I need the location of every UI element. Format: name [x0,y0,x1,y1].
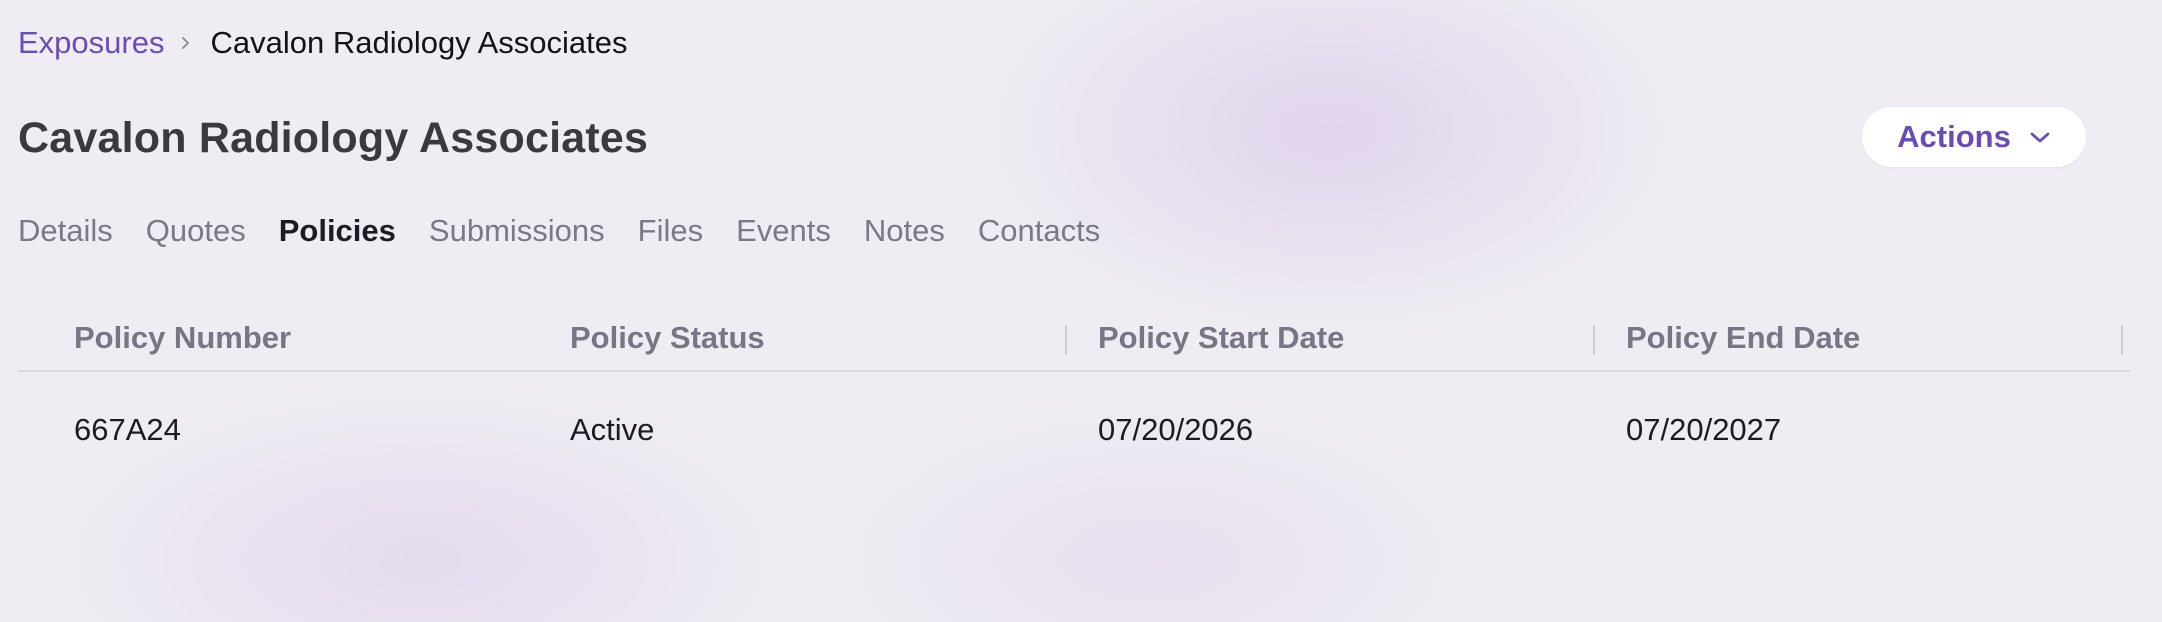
column-header-policy-status[interactable]: Policy Status [570,320,765,356]
tab-details[interactable]: Details [18,213,113,249]
column-resize-handle[interactable] [1593,325,1595,355]
column-header-policy-start-date[interactable]: Policy Start Date [1098,320,1344,356]
cell-policy-number[interactable]: 667A24 [74,412,181,448]
column-header-policy-end-date[interactable]: Policy End Date [1626,320,1860,356]
cell-policy-start-date: 07/20/2026 [1098,412,1254,447]
tab-policies[interactable]: Policies [279,213,396,249]
policies-table: Policy Number Policy Status Policy Start… [18,308,2130,447]
tab-files[interactable]: Files [638,213,703,249]
chevron-right-icon [180,35,192,51]
tab-events[interactable]: Events [736,213,831,249]
breadcrumb: Exposures Cavalon Radiology Associates [18,22,628,64]
tab-contacts[interactable]: Contacts [978,213,1100,249]
chevron-down-icon [2029,131,2051,145]
cell-policy-status: Active [570,412,655,447]
actions-label: Actions [1897,119,2011,154]
tab-notes[interactable]: Notes [864,213,945,249]
cell-policy-end-date: 07/20/2027 [1626,412,1782,447]
column-resize-handle[interactable] [1065,325,1067,355]
actions-button[interactable]: Actions [1862,107,2086,167]
tab-bar: Details Quotes Policies Submissions File… [18,208,1133,254]
breadcrumb-current: Cavalon Radiology Associates [210,25,628,60]
tab-quotes[interactable]: Quotes [146,213,246,249]
table-header: Policy Number Policy Status Policy Start… [18,308,2130,372]
page-title: Cavalon Radiology Associates [18,114,649,162]
tab-submissions[interactable]: Submissions [429,213,605,249]
column-resize-handle[interactable] [2121,325,2123,355]
column-header-policy-number[interactable]: Policy Number [74,320,291,356]
breadcrumb-exposures-link[interactable]: Exposures [18,25,164,61]
